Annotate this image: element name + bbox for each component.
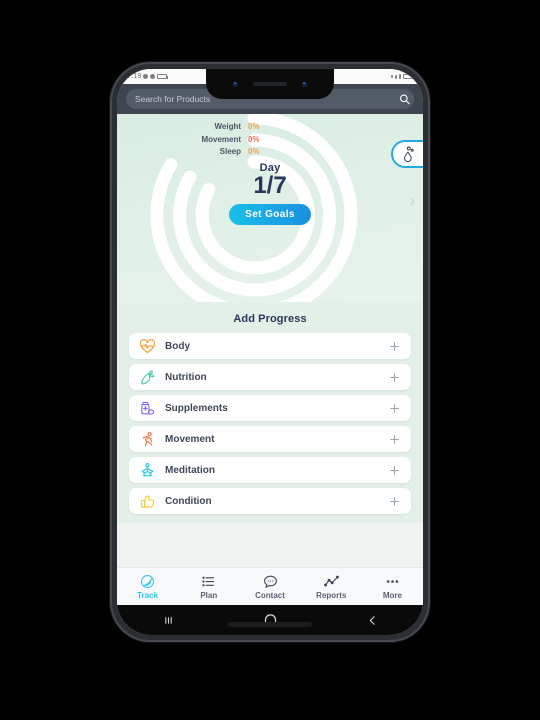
status-bar-time: 7:19 (127, 73, 142, 80)
list-item-meditation[interactable]: Meditation (129, 457, 411, 483)
tab-more[interactable]: More (362, 574, 423, 600)
tab-label: Plan (200, 590, 218, 600)
chat-bubble-icon (263, 574, 278, 589)
tab-track[interactable]: Track (117, 574, 178, 600)
tab-label: Track (137, 590, 159, 600)
status-bar-left: 7:19 (127, 73, 169, 80)
plus-icon[interactable] (388, 402, 401, 415)
recents-icon (164, 616, 172, 624)
bottom-tab-bar: Track Plan Contact Reports More (117, 567, 423, 605)
list-item-body[interactable]: Body (129, 333, 411, 359)
plus-icon[interactable] (388, 433, 401, 446)
tab-reports[interactable]: Reports (301, 574, 362, 600)
list-item-label: Movement (165, 433, 215, 445)
list-item-label: Supplements (165, 402, 228, 414)
legend-row-sleep: Sleep 0% (183, 147, 260, 156)
plus-icon[interactable] (388, 371, 401, 384)
pill-bottle-icon (139, 400, 156, 417)
back-button[interactable] (321, 614, 423, 627)
search-icon[interactable] (399, 94, 410, 105)
ring-legend: Weight 0% Movement 0% Sleep 0% (183, 122, 260, 156)
add-progress-section: Add Progress Body Nutrition Supplements … (117, 302, 423, 523)
screenshot-root: 7:19 Search for Products Weight 0% Movem… (0, 0, 540, 720)
water-intake-button[interactable] (391, 140, 423, 168)
spiral-icon (140, 574, 155, 589)
legend-value-weight: 0% (248, 122, 260, 131)
plus-icon[interactable] (388, 464, 401, 477)
runner-icon (139, 431, 156, 448)
water-drop-icon (403, 146, 414, 162)
recents-button[interactable] (117, 614, 219, 627)
ellipsis-icon (384, 574, 401, 589)
legend-value-movement: 0% (248, 134, 260, 144)
ring-center-content: Day 1/7 Set Goals (117, 162, 423, 226)
plus-icon[interactable] (388, 495, 401, 508)
search-placeholder: Search for Products (135, 94, 211, 104)
thumbs-up-icon (139, 493, 156, 510)
section-title: Add Progress (233, 313, 307, 325)
wifi-icon (399, 74, 401, 79)
meditation-icon (139, 462, 156, 479)
list-item-label: Meditation (165, 464, 215, 476)
signal-icon (391, 75, 393, 78)
phone-frame: 7:19 Search for Products Weight 0% Movem… (110, 62, 430, 642)
list-item-label: Body (165, 340, 190, 352)
tab-label: Reports (316, 590, 347, 600)
front-camera-2-icon (301, 80, 308, 88)
signal-icon (395, 74, 397, 79)
tab-plan[interactable]: Plan (178, 574, 239, 600)
list-item-supplements[interactable]: Supplements (129, 395, 411, 421)
dot-icon (150, 74, 156, 79)
tab-label: Contact (255, 590, 285, 600)
android-nav-bar (117, 605, 423, 635)
phone-screen-bezel: 7:19 Search for Products Weight 0% Movem… (117, 69, 423, 635)
app-screen: 7:19 Search for Products Weight 0% Movem… (117, 69, 423, 635)
legend-label-weight: Weight (214, 122, 241, 131)
carrot-icon (139, 369, 156, 386)
plus-icon[interactable] (388, 340, 401, 353)
earpiece-speaker (253, 82, 287, 86)
heart-pulse-icon (139, 338, 156, 355)
line-chart-icon (323, 574, 340, 589)
list-item-movement[interactable]: Movement (129, 426, 411, 452)
battery-icon (157, 74, 169, 79)
list-icon (201, 574, 216, 589)
back-icon (369, 615, 375, 625)
dot-icon (143, 74, 149, 79)
camera-notch (206, 69, 334, 99)
progress-hero: Weight 0% Movement 0% Sleep 0% Day 1/7 S… (117, 114, 423, 302)
tab-label: More (382, 590, 402, 600)
list-item-nutrition[interactable]: Nutrition (129, 364, 411, 390)
legend-row-movement: Movement 0% (183, 134, 260, 144)
legend-row-weight: Weight 0% (183, 122, 260, 131)
status-bar-right (391, 74, 414, 79)
bottom-speaker-grille (228, 622, 312, 627)
front-camera-icon (232, 80, 239, 88)
battery-icon (403, 74, 414, 79)
list-item-label: Nutrition (165, 371, 207, 383)
list-item-label: Condition (165, 495, 212, 507)
tab-contact[interactable]: Contact (239, 574, 300, 600)
legend-label-movement: Movement (201, 134, 241, 144)
day-counter: 1/7 (253, 172, 287, 199)
legend-value-sleep: 0% (248, 147, 260, 156)
list-item-condition[interactable]: Condition (129, 488, 411, 514)
legend-label-sleep: Sleep (219, 147, 241, 156)
set-goals-button[interactable]: Set Goals (229, 204, 311, 226)
chevron-right-icon[interactable]: › (409, 192, 415, 209)
